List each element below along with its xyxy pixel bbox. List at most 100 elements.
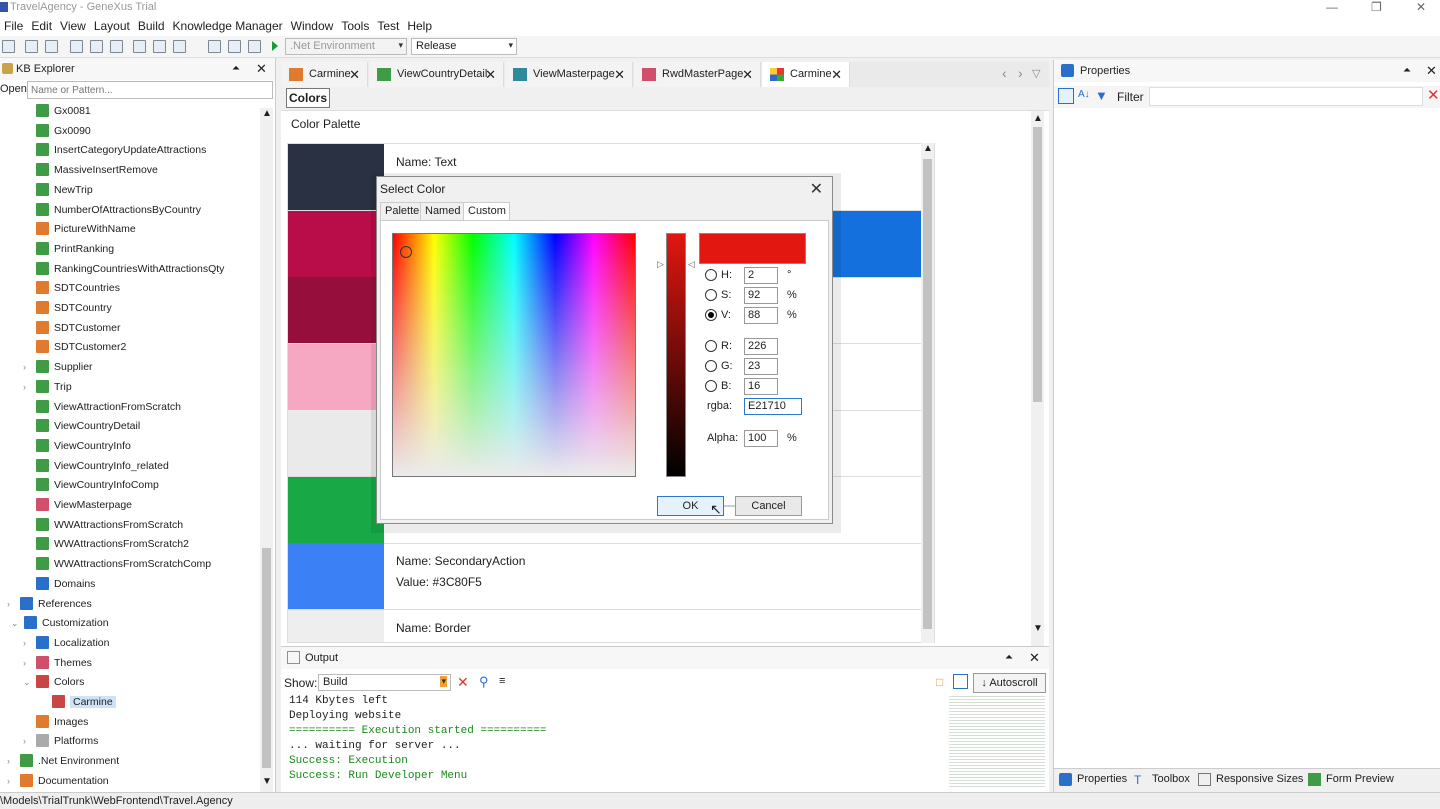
swatch-color[interactable] [288,476,384,543]
close-icon[interactable]: ✕ [810,179,823,199]
close-icon[interactable]: ✕ [831,62,842,87]
palette-scrollbar[interactable]: ▲ [921,143,934,643]
expand-icon[interactable]: › [23,358,26,377]
swatch-color[interactable] [288,410,384,476]
close-icon[interactable]: ✕ [1426,60,1437,82]
swatch-color[interactable] [288,609,384,642]
g-input[interactable]: 23 [744,358,778,375]
close-icon[interactable]: ✕ [742,62,753,87]
tab-carmine-colors[interactable]: Carmine ✕ [762,62,850,87]
h-input[interactable]: 2 [744,267,778,284]
menu-build[interactable]: Build [134,16,169,36]
expand-icon[interactable]: › [23,654,26,673]
tab-menu-icon[interactable]: ▽ [1032,67,1040,80]
environment-select[interactable]: .Net Environment ▾ [285,38,407,55]
build-icon[interactable] [208,40,221,53]
tree-item[interactable]: ViewMasterpage [36,496,132,515]
wrap-icon[interactable]: ≡ [499,675,505,687]
tree-item[interactable]: WWAttractionsFromScratch2 [36,535,189,554]
h-radio[interactable] [705,269,717,281]
scroll-down-icon[interactable]: ▼ [262,776,272,787]
v-radio[interactable] [705,309,717,321]
chevron-left-icon[interactable]: ‹ [1002,65,1007,81]
tree-item[interactable]: ViewCountryInfo [36,437,131,456]
output-minimap[interactable] [949,694,1045,789]
scroll-up-icon[interactable]: ▲ [262,108,272,119]
filter-icon[interactable]: ▼ [1095,88,1108,103]
g-radio[interactable] [705,360,717,372]
menu-layout[interactable]: Layout [90,16,134,36]
menu-knowledge-manager[interactable]: Knowledge Manager [169,16,287,36]
tree-item[interactable]: › Supplier [23,358,93,377]
color-spectrum[interactable] [392,233,636,477]
save-output-icon[interactable] [953,674,968,689]
tab-toolbox[interactable]: T Toolbox [1134,773,1190,787]
tree-item[interactable]: ViewCountryInfo_related [36,457,169,476]
tree-item[interactable]: InsertCategoryUpdateAttractions [36,141,206,160]
kb-scrollbar[interactable]: ▲ ▼ [260,108,273,792]
tree-item[interactable]: Images [36,713,88,732]
tree-item[interactable]: SDTCountry [36,299,112,318]
b-radio[interactable] [705,380,717,392]
expand-icon[interactable]: › [23,732,26,751]
save-icon[interactable] [25,40,38,53]
spectrum-cursor[interactable] [400,246,412,258]
scroll-down-icon[interactable]: ▼ [1033,623,1043,634]
tab-form-preview[interactable]: Form Preview [1308,773,1394,786]
scroll-up-icon[interactable]: ▲ [1033,113,1043,124]
r-radio[interactable] [705,340,717,352]
tree-item[interactable]: Gx0081 [36,102,91,121]
tree-item[interactable]: SDTCustomer2 [36,338,126,357]
tab-responsive-sizes[interactable]: Responsive Sizes [1198,773,1303,786]
tab-carmine-theme[interactable]: Carmine ✕ [281,62,368,87]
tree-item[interactable]: PrintRanking [36,240,114,259]
swatch-color[interactable] [288,277,384,343]
cancel-button[interactable]: Cancel [735,496,802,516]
menu-edit[interactable]: Edit [27,16,56,36]
expand-icon[interactable]: › [7,595,10,614]
pin-icon[interactable]: ⏶ [1005,647,1013,669]
close-icon[interactable]: ✕ [349,62,360,87]
search-icon[interactable]: ⚲ [479,674,489,690]
open-input[interactable] [27,81,273,99]
expand-icon[interactable]: › [7,772,10,788]
close-icon[interactable]: ✕ [614,62,625,87]
b-input[interactable]: 16 [744,378,778,395]
chevron-right-icon[interactable]: › [1018,65,1023,81]
swatch-color[interactable] [288,543,384,609]
swatch-color[interactable] [288,343,384,410]
new-icon[interactable] [2,40,15,53]
expand-icon[interactable]: › [23,634,26,653]
refresh-icon[interactable] [173,40,186,53]
tab-rwdmasterpage[interactable]: RwdMasterPage ✕ [634,62,761,87]
filter-input[interactable] [1149,87,1423,106]
tree-item[interactable]: ⌄ Colors [23,673,84,692]
scroll-up-icon[interactable]: ▲ [923,143,933,154]
r-input[interactable]: 226 [744,338,778,355]
undo-icon[interactable] [133,40,146,53]
tree-item[interactable]: WWAttractionsFromScratch [36,516,183,535]
s-radio[interactable] [705,289,717,301]
swatch-color[interactable] [288,144,384,210]
swatch-row[interactable]: Name: SecondaryAction Value: #3C80F5 [288,543,928,610]
cut-icon[interactable] [70,40,83,53]
menu-file[interactable]: File [0,16,27,36]
tree-item[interactable]: › References [7,595,92,614]
scroll-thumb[interactable] [1033,127,1042,402]
tree-item[interactable]: WWAttractionsFromScratchComp [36,555,211,574]
menu-window[interactable]: Window [287,16,338,36]
alpha-input[interactable]: 100 [744,430,778,447]
tab-named[interactable]: Named [420,202,464,221]
scroll-thumb[interactable] [923,159,932,629]
tree-item[interactable]: Domains [36,575,95,594]
tree-item[interactable]: SDTCountries [36,279,120,298]
expand-icon[interactable]: ⌄ [23,673,31,692]
menu-tools[interactable]: Tools [337,16,373,36]
colors-subtab[interactable]: Colors [286,88,330,108]
minimize-icon[interactable]: — [1326,0,1338,14]
tree-item[interactable]: › Localization [23,634,109,653]
show-select[interactable]: Build ▾ [318,674,451,691]
tab-viewmasterpage[interactable]: ViewMasterpage ✕ [505,62,633,87]
tree-item[interactable]: MassiveInsertRemove [36,161,158,180]
folder-icon[interactable]: □ [936,675,943,689]
